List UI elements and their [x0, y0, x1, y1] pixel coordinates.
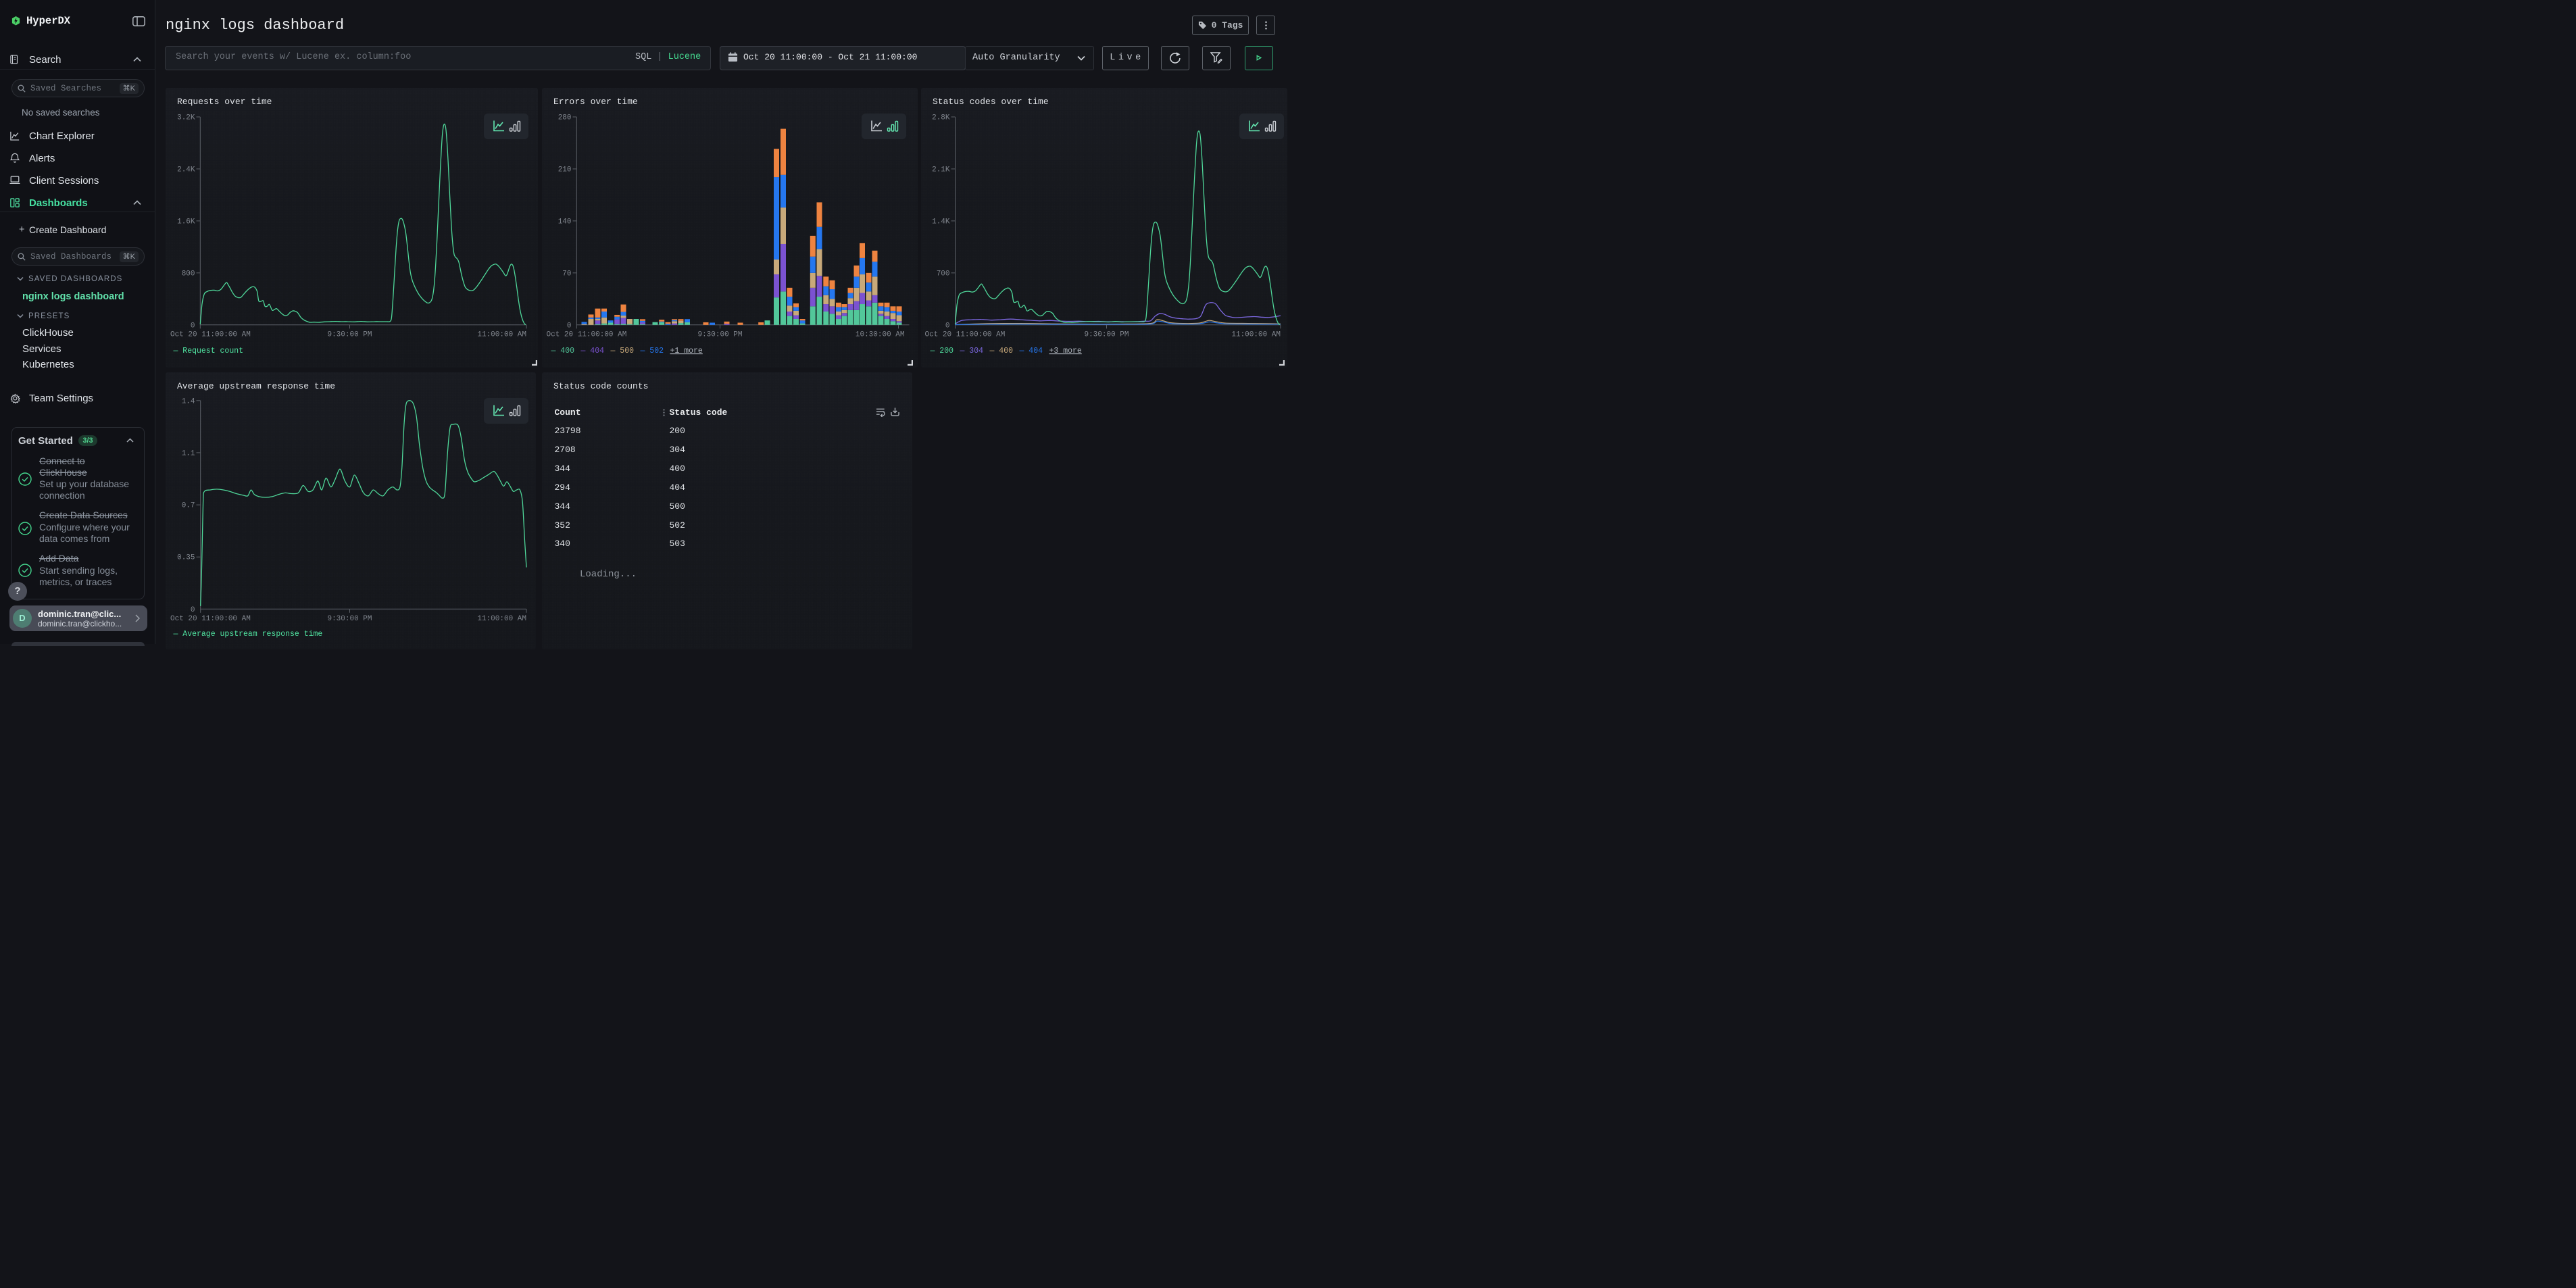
- svg-text:— 502: — 502: [639, 347, 664, 355]
- svg-text:0.7: 0.7: [181, 502, 195, 510]
- svg-text:2.1K: 2.1K: [932, 166, 950, 174]
- svg-text:+1 more: +1 more: [670, 347, 702, 355]
- svg-text:— 404: — 404: [1018, 347, 1043, 355]
- svg-text:0: 0: [945, 322, 949, 330]
- svg-text:280: 280: [558, 114, 571, 122]
- svg-text:— 304: — 304: [959, 347, 983, 355]
- svg-text:Oct 20 11:00:00 AM: Oct 20 11:00:00 AM: [924, 331, 1005, 339]
- svg-text:0: 0: [190, 606, 195, 614]
- svg-text:1.4: 1.4: [181, 397, 195, 405]
- svg-text:+3 more: +3 more: [1049, 347, 1081, 355]
- svg-text:3.2K: 3.2K: [177, 114, 195, 122]
- svg-text:— 404: — 404: [580, 347, 604, 355]
- svg-text:— Request count: — Request count: [172, 347, 243, 355]
- svg-text:9:30:00 PM: 9:30:00 PM: [327, 615, 372, 623]
- svg-text:— 400: — 400: [550, 347, 574, 355]
- svg-text:1.1: 1.1: [181, 450, 195, 458]
- svg-text:9:30:00 PM: 9:30:00 PM: [1084, 331, 1129, 339]
- svg-text:10:30:00 AM: 10:30:00 AM: [855, 331, 904, 339]
- svg-text:1.4K: 1.4K: [932, 218, 950, 226]
- svg-text:0.35: 0.35: [177, 554, 195, 562]
- svg-text:800: 800: [181, 270, 195, 278]
- svg-text:0: 0: [190, 322, 195, 330]
- svg-text:2.4K: 2.4K: [177, 166, 195, 174]
- svg-text:Oct 20 11:00:00 AM: Oct 20 11:00:00 AM: [170, 331, 251, 339]
- svg-text:210: 210: [558, 166, 571, 174]
- svg-text:140: 140: [558, 218, 571, 226]
- svg-text:1.6K: 1.6K: [177, 218, 195, 226]
- svg-text:700: 700: [936, 270, 949, 278]
- svg-text:11:00:00 AM: 11:00:00 AM: [1231, 331, 1281, 339]
- svg-text:70: 70: [562, 270, 571, 278]
- svg-text:— 200: — 200: [929, 347, 953, 355]
- svg-text:9:30:00 PM: 9:30:00 PM: [697, 331, 742, 339]
- svg-text:Oct 20 11:00:00 AM: Oct 20 11:00:00 AM: [546, 331, 626, 339]
- svg-text:9:30:00 PM: 9:30:00 PM: [327, 331, 372, 339]
- svg-text:— 400: — 400: [989, 347, 1013, 355]
- svg-text:— Average upstream response ti: — Average upstream response time: [172, 630, 322, 639]
- svg-text:2.8K: 2.8K: [932, 114, 950, 122]
- svg-text:Oct 20 11:00:00 AM: Oct 20 11:00:00 AM: [170, 615, 251, 623]
- svg-text:11:00:00 AM: 11:00:00 AM: [477, 331, 526, 339]
- svg-text:0: 0: [566, 322, 571, 330]
- svg-text:11:00:00 AM: 11:00:00 AM: [477, 615, 526, 623]
- svg-text:— 500: — 500: [610, 347, 634, 355]
